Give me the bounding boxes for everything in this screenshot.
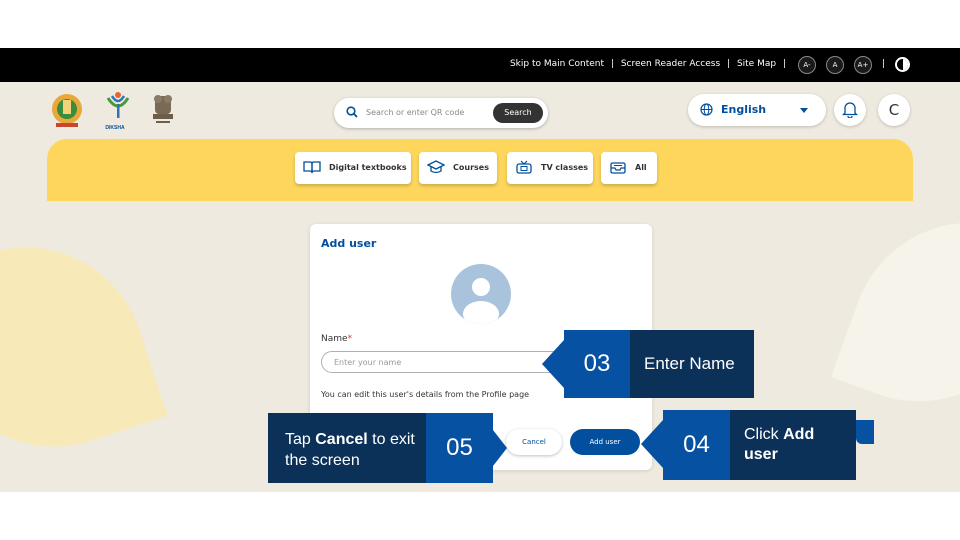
tab-digital-textbooks[interactable]: Digital textbooks bbox=[295, 152, 411, 184]
utility-links: Skip to Main Content | Screen Reader Acc… bbox=[510, 59, 790, 69]
tab-courses[interactable]: Courses bbox=[419, 152, 497, 184]
diksha-logo: DIKSHA bbox=[98, 90, 138, 136]
tab-tv-classes[interactable]: TV classes bbox=[507, 152, 593, 184]
step-4-callout: Click Add user bbox=[730, 410, 856, 480]
category-nav: Digital textbooks Courses TV classes All bbox=[47, 139, 913, 201]
profile-hint-text: You can edit this user's details from th… bbox=[321, 390, 530, 399]
name-input[interactable]: Enter your name bbox=[321, 351, 571, 373]
contrast-toggle-icon[interactable] bbox=[895, 57, 910, 72]
font-increase-button[interactable]: A+ bbox=[854, 56, 872, 74]
step-5-number: 05 bbox=[426, 413, 493, 483]
divider: | bbox=[610, 59, 614, 69]
state-emblem-logo bbox=[52, 94, 82, 127]
graduation-cap-icon bbox=[427, 160, 445, 174]
diksha-caption: DIKSHA bbox=[105, 125, 125, 131]
national-emblem-logo bbox=[153, 95, 173, 123]
screen-reader-link[interactable]: Screen Reader Access bbox=[621, 59, 720, 69]
font-normal-button[interactable]: A bbox=[826, 56, 844, 74]
cancel-button[interactable]: Cancel bbox=[506, 429, 562, 455]
tv-icon bbox=[516, 160, 532, 174]
step-5-text-prefix: Tap bbox=[285, 431, 316, 448]
decorative-leaf bbox=[0, 216, 168, 478]
utility-bar: Skip to Main Content | Screen Reader Acc… bbox=[0, 48, 960, 82]
bell-icon bbox=[842, 102, 858, 118]
search-input[interactable]: Search or enter QR code bbox=[366, 108, 464, 117]
callout-arrow bbox=[493, 430, 507, 466]
step-5-callout: Tap Cancel to exit the screen bbox=[268, 413, 426, 483]
divider: | bbox=[882, 59, 886, 69]
name-label-text: Name bbox=[321, 334, 348, 344]
search-icon bbox=[346, 106, 358, 118]
callout-arrow bbox=[542, 340, 564, 388]
chevron-down-icon bbox=[800, 108, 808, 113]
step-4-text: Click Add user bbox=[744, 425, 844, 465]
step-3-number: 03 bbox=[564, 330, 630, 398]
step-5-text: Tap Cancel to exit the screen bbox=[285, 429, 425, 471]
search-button[interactable]: Search bbox=[493, 103, 543, 123]
step-3-text: Enter Name bbox=[644, 354, 735, 373]
font-decrease-button[interactable]: A- bbox=[798, 56, 816, 74]
screen: Skip to Main Content | Screen Reader Acc… bbox=[0, 0, 960, 540]
globe-icon bbox=[700, 103, 713, 116]
tab-all[interactable]: All bbox=[601, 152, 657, 184]
decorative-leaf bbox=[830, 188, 960, 436]
language-selector[interactable]: English bbox=[688, 94, 826, 126]
language-label: English bbox=[721, 103, 767, 116]
decorative-tab bbox=[856, 420, 874, 444]
tab-label: All bbox=[635, 163, 647, 172]
notifications-button[interactable] bbox=[834, 94, 866, 126]
divider: | bbox=[782, 59, 786, 69]
step-5-text-bold: Cancel bbox=[315, 431, 368, 448]
diksha-logo-icon bbox=[106, 92, 130, 118]
skip-to-main-link[interactable]: Skip to Main Content bbox=[510, 59, 604, 69]
dialog-title: Add user bbox=[321, 237, 377, 250]
user-avatar-icon bbox=[451, 264, 511, 324]
book-icon bbox=[303, 161, 321, 174]
tab-label: TV classes bbox=[541, 163, 589, 172]
name-input-placeholder: Enter your name bbox=[334, 358, 402, 367]
divider: | bbox=[727, 59, 731, 69]
name-field-label: Name* bbox=[321, 334, 352, 344]
step-4-number: 04 bbox=[663, 410, 730, 480]
search-bar: Search or enter QR code Search bbox=[334, 98, 548, 128]
tab-label: Digital textbooks bbox=[329, 163, 407, 172]
required-marker: * bbox=[347, 334, 353, 344]
step-3-callout: Enter Name bbox=[630, 330, 754, 398]
user-avatar-button[interactable]: C bbox=[878, 94, 910, 126]
inbox-icon bbox=[610, 162, 626, 174]
tab-label: Courses bbox=[453, 163, 489, 172]
step-4-text-prefix: Click bbox=[744, 426, 784, 443]
add-user-button[interactable]: Add user bbox=[570, 429, 640, 455]
person-silhouette-icon bbox=[463, 278, 499, 324]
callout-arrow bbox=[641, 420, 663, 468]
site-map-link[interactable]: Site Map bbox=[737, 59, 776, 69]
